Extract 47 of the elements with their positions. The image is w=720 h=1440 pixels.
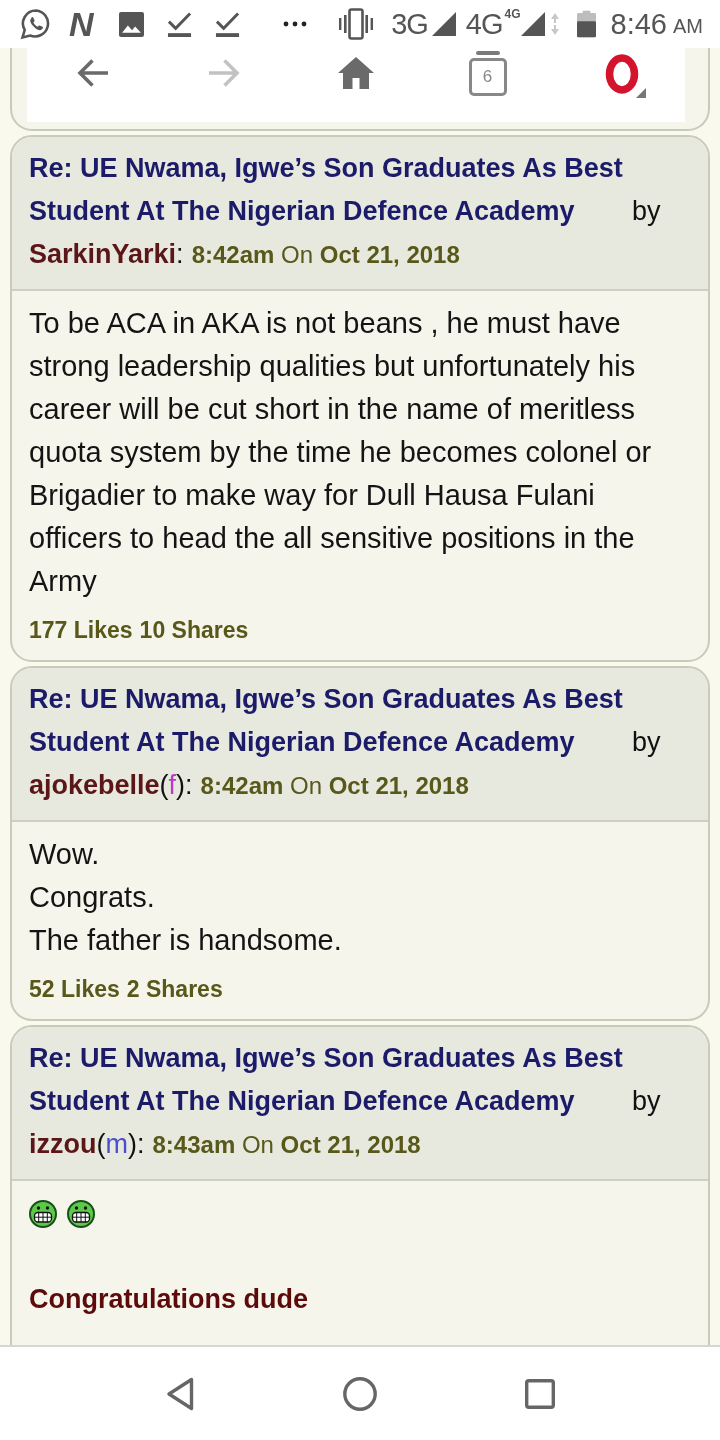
- grin-face-icon: [67, 1199, 95, 1228]
- clock-time: 8:46: [610, 7, 667, 42]
- network-type-label: 3G: [391, 7, 428, 42]
- post-timestamp: 8:43am On Oct 21, 2018: [152, 1130, 421, 1160]
- gender-label: (m): [96, 1128, 137, 1161]
- tick-icon: [166, 11, 192, 37]
- post-timestamp: 8:42am On Oct 21, 2018: [200, 771, 469, 801]
- notification-letter: N: [69, 4, 93, 44]
- author-link[interactable]: ajokebelle: [29, 764, 160, 807]
- chat-bubble-icon: [20, 8, 52, 40]
- by-text: by: [632, 195, 661, 228]
- data-arrows-icon: [550, 13, 559, 35]
- tick-icon: [214, 11, 240, 37]
- home-icon[interactable]: [343, 1376, 377, 1411]
- network-type-label: 4G: [465, 7, 503, 42]
- signal-icon: [431, 12, 456, 36]
- by-text: by: [632, 726, 661, 759]
- recents-icon[interactable]: [525, 1378, 555, 1409]
- by-text: by: [632, 1085, 661, 1118]
- likes-link[interactable]: 52 Likes: [29, 968, 120, 1011]
- likes-link[interactable]: 177 Likes: [29, 609, 133, 652]
- more-dots-icon: [282, 21, 307, 27]
- vibrate-icon: [339, 8, 374, 40]
- post-timestamp: 8:42am On Oct 21, 2018: [191, 240, 460, 270]
- colon-text: :: [137, 1128, 145, 1161]
- author-link[interactable]: SarkinYarki: [29, 233, 177, 276]
- grin-face-icon: [29, 1199, 57, 1228]
- back-icon[interactable]: [166, 1376, 194, 1411]
- gender-label: (f): [159, 769, 186, 802]
- back-arrow-icon[interactable]: [76, 58, 109, 88]
- signal-icon: [520, 12, 545, 36]
- shares-link[interactable]: 10 Shares: [139, 609, 249, 652]
- post-title-link[interactable]: Re: UE Nwama, Igwe’s Son Graduates As Best Student At The Nigerian Defence Academy: [29, 678, 624, 764]
- colon-text: :: [176, 238, 184, 271]
- clock-period: AM: [673, 14, 703, 39]
- post-text: To be ACA in AKA is not beans , he must have strong leadership qualities but unfortunately his career will be cut short in the name of meritless quota system by the time he becomes colonel or Brigadier to make way for Dull Hausa Fulani officers to head the all sensitive positions in the Army: [29, 306, 653, 599]
- network-superscript-label: 4G: [504, 7, 521, 21]
- author-link[interactable]: izzou: [29, 1123, 97, 1166]
- home-icon[interactable]: [338, 57, 374, 89]
- colon-text: :: [185, 769, 193, 802]
- battery-icon: [576, 10, 596, 38]
- post-title-link[interactable]: Re: UE Nwama, Igwe’s Son Graduates As Best Student At The Nigerian Defence Academy: [29, 1037, 624, 1123]
- post-text: Congratulations dude: [29, 1283, 309, 1316]
- post-title-link[interactable]: Re: UE Nwama, Igwe’s Son Graduates As Best Student At The Nigerian Defence Academy: [29, 147, 624, 233]
- shares-link[interactable]: 2 Shares: [126, 968, 223, 1011]
- post-text: Wow. Congrats. The father is handsome.: [29, 837, 343, 958]
- picture-icon: [118, 11, 144, 37]
